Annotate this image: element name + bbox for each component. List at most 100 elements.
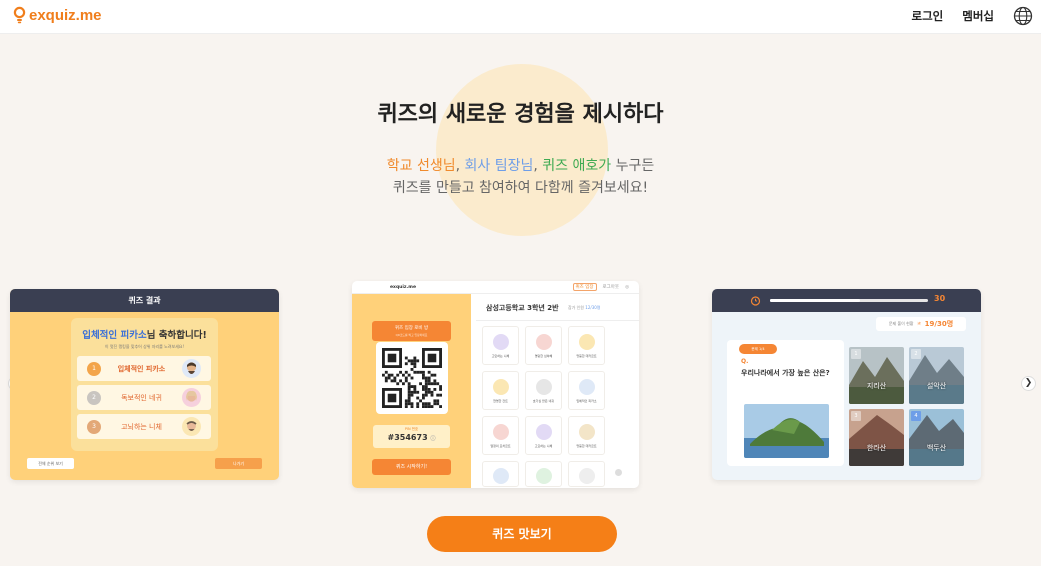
copy-icon[interactable]: ⓘ xyxy=(430,436,435,442)
document-icon: 🗎 xyxy=(917,320,921,326)
answer-option-1[interactable]: 1 지리산 xyxy=(849,347,904,404)
player-tile: 현명한 칸트 xyxy=(482,371,519,410)
logout-link[interactable]: 로그아웃 xyxy=(603,284,620,290)
option-number: 2 xyxy=(911,349,921,359)
player-tile: 고민하는 니체 xyxy=(482,326,519,365)
status-count: 19/30명 xyxy=(924,320,954,328)
medal-silver-icon: 2 xyxy=(87,390,101,405)
globe-icon[interactable] xyxy=(1013,6,1033,26)
separator: , xyxy=(533,158,543,174)
rank-number: 2 xyxy=(92,393,96,401)
join-hint: QR코드를 찍고 입장하세요 xyxy=(395,333,428,337)
lightbulb-icon xyxy=(13,6,26,24)
avatar xyxy=(492,423,509,440)
site-header: exquiz.me 로그인 멤버십 xyxy=(0,0,1041,34)
participants-value: 12/30명 xyxy=(585,305,601,310)
membership-link[interactable]: 멤버십 xyxy=(962,8,994,24)
player-tile xyxy=(568,461,605,487)
player-name: 고민하는 니체 xyxy=(491,353,510,358)
pin-label: PIN 번호 xyxy=(404,427,419,431)
player-tile: 호기심 많은 네귀 xyxy=(525,371,562,410)
congrats-subtext: 이 멋진 랭킹을 맞추어 상위 자리를 노려보세요! xyxy=(104,344,185,349)
player-name: 호기심 많은 네귀 xyxy=(532,398,555,403)
alarm-clock-icon xyxy=(750,296,761,306)
chevron-right-icon: ❯ xyxy=(1024,378,1033,388)
player-name: 고요하는 니체 xyxy=(534,443,553,448)
try-quiz-button[interactable]: 퀴즈 맛보기 xyxy=(427,516,617,552)
result-congrats: 입체적인 피카소님 축하합니다! xyxy=(71,327,218,341)
avatar xyxy=(535,423,552,440)
option-label: 한라산 xyxy=(866,444,887,452)
option-number: 1 xyxy=(851,349,861,359)
player-tile: 명랑한 심하혜 xyxy=(525,326,562,365)
all-ranks-button[interactable]: 전체 순위 보기 xyxy=(27,458,74,469)
player-name: 입체적인 피카소 xyxy=(576,398,597,403)
avatar xyxy=(535,333,552,350)
login-link[interactable]: 로그인 xyxy=(912,8,944,24)
player-tile: 열정의 모차르트 xyxy=(482,416,519,455)
avatar xyxy=(578,333,595,350)
option-number: 4 xyxy=(911,411,921,421)
scroll-dot[interactable] xyxy=(615,469,622,476)
pin-number: #354673 ⓘ xyxy=(373,433,450,442)
question-image xyxy=(744,404,829,458)
player-name: 엉뚱한 데카르트 xyxy=(576,353,597,358)
rank-row: 3 고뇌하는 니체 xyxy=(77,414,211,439)
rank-number: 1 xyxy=(92,364,96,372)
room-title: 삼성고등학교 3학년 2반 xyxy=(486,304,559,312)
player-grid: 고민하는 니체 명랑한 심하혜 엉뚱한 데카르트 현명한 칸트 호기심 많은 네… xyxy=(482,326,605,487)
medal-gold-icon: 1 xyxy=(87,361,101,376)
carousel-next-button[interactable]: ❯ xyxy=(1021,376,1036,391)
hero-subtitle-line2: 퀴즈를 만들고 참여하여 다함께 즐겨보세요! xyxy=(392,180,649,196)
player-name: 열정의 모차르트 xyxy=(490,443,511,448)
option-label: 설악산 xyxy=(926,382,947,390)
answer-option-2[interactable]: 2 설악산 xyxy=(909,347,964,404)
answer-option-3[interactable]: 3 한라산 xyxy=(849,409,904,466)
player-tile: 엉뚱한 데카르트 xyxy=(568,326,605,365)
player-tile: 입체적인 피카소 xyxy=(568,371,605,410)
hero-title: 퀴즈의 새로운 경험을 제시하다 xyxy=(377,102,664,127)
timer-progress-fill xyxy=(770,299,861,302)
pin-value: #354673 xyxy=(387,433,428,442)
option-number: 3 xyxy=(851,411,861,421)
lobby-topbar-right: 퀴즈 입장 로그아웃 ◎ xyxy=(572,283,629,291)
solve-status: 문제 풀이 현황 🗎 19/30명 xyxy=(876,317,966,331)
medal-bronze-icon: 3 xyxy=(87,419,101,434)
globe-icon[interactable]: ◎ xyxy=(625,285,629,290)
qr-code xyxy=(376,342,448,414)
divider xyxy=(476,320,639,321)
pin-box: PIN 번호 #354673 ⓘ xyxy=(373,425,450,448)
audience-teacher: 학교 선생님 xyxy=(386,158,456,174)
avatar xyxy=(492,468,509,484)
lobby-enter-badge[interactable]: 퀴즈 입장 xyxy=(572,283,597,291)
separator: , xyxy=(455,158,465,174)
top-nav: 로그인 멤버십 xyxy=(912,6,1034,26)
exit-button[interactable]: 나가기 xyxy=(215,458,262,469)
player-tile xyxy=(482,461,519,487)
avatar xyxy=(578,378,595,395)
rank-row: 1 입체적인 피카소 xyxy=(77,356,211,381)
card-quiz-question[interactable]: 30 문제 풀이 현황 🗎 19/30명 문제 1/4 Q. 우리나라에서 가장… xyxy=(712,289,981,480)
card-quiz-lobby[interactable]: exquiz.me 퀴즈 입장 로그아웃 ◎ 퀴즈 입장 로비 방 QR코드를 … xyxy=(352,281,639,488)
avatar xyxy=(182,359,201,378)
card-quiz-result[interactable]: 퀴즈 결과 입체적인 피카소님 축하합니다! 이 멋진 랭킹을 맞추어 상위 자… xyxy=(10,289,279,480)
player-name: 현명한 칸트 xyxy=(493,398,508,403)
avatar xyxy=(578,423,595,440)
timer-count: 30 xyxy=(934,294,946,303)
lobby-join-panel: 퀴즈 입장 로비 방 QR코드를 찍고 입장하세요 PIN 번호 #354673… xyxy=(352,294,471,488)
subtitle-tail: 누구든 xyxy=(611,158,655,174)
quiz-timer-bar: 30 xyxy=(712,289,981,312)
player-name: 명랑한 심하혜 xyxy=(534,353,553,358)
rank-number: 3 xyxy=(92,422,96,430)
answer-option-4[interactable]: 4 백두산 xyxy=(909,409,964,466)
join-title: 퀴즈 입장 로비 방 xyxy=(394,326,429,331)
congrats-suffix: 님 축하합니다! xyxy=(146,330,207,341)
avatar xyxy=(535,468,552,484)
start-quiz-button[interactable]: 퀴즈 시작하기! xyxy=(372,459,451,475)
audience-leader: 회사 팀장님 xyxy=(464,158,534,174)
question-panel: 문제 1/4 Q. 우리나라에서 가장 높은 산은? xyxy=(727,340,844,466)
result-header: 퀴즈 결과 xyxy=(10,289,279,312)
result-panel: 입체적인 피카소님 축하합니다! 이 멋진 랭킹을 맞추어 상위 자리를 노려보… xyxy=(71,318,218,451)
avatar xyxy=(578,468,595,484)
logo[interactable]: exquiz.me xyxy=(13,6,102,24)
